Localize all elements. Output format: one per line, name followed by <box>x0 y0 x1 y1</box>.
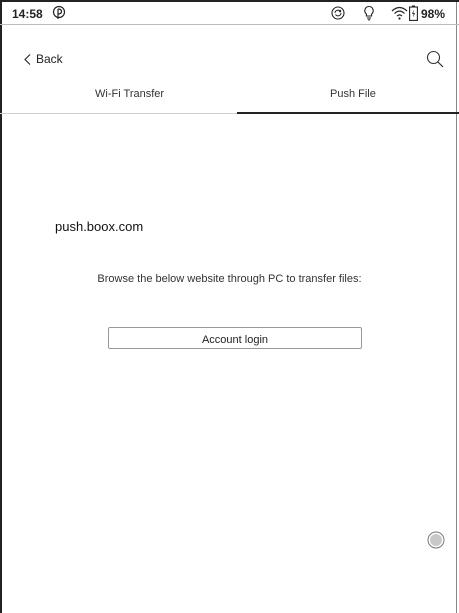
status-divider <box>0 24 459 25</box>
pinterest-icon <box>52 5 66 19</box>
battery-percent: 98% <box>421 7 446 21</box>
sync-icon <box>331 6 345 20</box>
tab-wifi-transfer[interactable]: Wi-Fi Transfer <box>95 88 164 100</box>
lightbulb-icon <box>364 5 374 21</box>
account-login-button[interactable]: Account login <box>108 327 362 349</box>
search-icon[interactable] <box>426 50 444 68</box>
transfer-instruction: Browse the below website through PC to t… <box>97 273 362 285</box>
battery-icon <box>409 5 418 21</box>
back-label: Back <box>36 52 63 66</box>
chevron-left-icon <box>24 53 31 65</box>
back-button[interactable]: Back <box>24 52 63 66</box>
status-bar: 14:58 98% <box>0 2 459 24</box>
wifi-icon <box>391 6 408 20</box>
tab-push-file[interactable]: Push File <box>330 88 376 100</box>
push-url: push.boox.com <box>55 219 144 234</box>
active-tab-indicator <box>237 112 459 114</box>
device-frame <box>0 0 457 613</box>
circle-button-icon[interactable] <box>427 531 445 549</box>
status-time: 14:58 <box>12 7 43 21</box>
